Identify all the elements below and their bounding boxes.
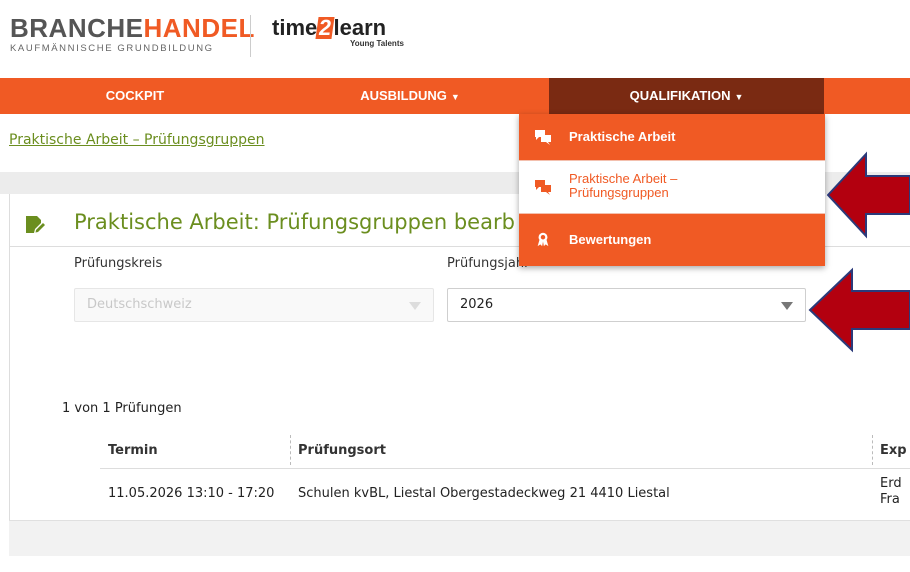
caret-down-icon: ▼ — [450, 92, 460, 102]
branchehandel-logo[interactable]: BRANCHEHANDEL KAUFMÄNNISCHE GRUNDBILDUNG — [10, 14, 255, 54]
logo-text-gray: BRANCHE — [10, 13, 144, 43]
main-navbar: COCKPIT AUSBILDUNG ▼ QUALIFIKATION ▼ — [0, 78, 910, 114]
menu-item-label-line1: Praktische Arbeit – — [569, 171, 678, 186]
chevron-down-icon — [409, 302, 421, 310]
chat-bubbles-icon — [535, 180, 551, 195]
header: BRANCHEHANDEL KAUFMÄNNISCHE GRUNDBILDUNG… — [0, 0, 910, 78]
chevron-down-icon — [781, 302, 793, 310]
menu-item-bewertungen[interactable]: Bewertungen — [519, 214, 825, 266]
pruefungsjahr-label: Prüfungsjahr — [447, 256, 530, 271]
cell-termin: 11.05.2026 13:10 - 17:20 — [108, 486, 275, 501]
menu-item-praktische-arbeit[interactable]: Praktische Arbeit — [519, 114, 825, 160]
cell-exp-line2: Fra — [880, 492, 900, 507]
column-header-termin[interactable]: Termin — [108, 443, 158, 458]
pruefungsjahr-select[interactable]: 2026 — [447, 288, 806, 322]
table-header: Termin Prüfungsort Exp — [100, 433, 910, 469]
qualifikation-dropdown: Praktische Arbeit Praktische Arbeit – Prü… — [519, 114, 825, 266]
logo-divider — [250, 15, 251, 57]
menu-item-label: Praktische Arbeit — [569, 129, 676, 144]
logo-subtitle: KAUFMÄNNISCHE GRUNDBILDUNG — [10, 43, 214, 54]
menu-item-praktische-arbeit-pruefungsgruppen[interactable]: Praktische Arbeit – Prüfungsgruppen — [519, 160, 825, 214]
time2learn-logo[interactable]: time2learn Young Talents — [272, 15, 404, 48]
table-row[interactable]: 11.05.2026 13:10 - 17:20 Schulen kvBL, L… — [100, 469, 910, 519]
menu-item-label: Bewertungen — [569, 232, 652, 247]
t2l-text-learn: learn — [333, 15, 387, 40]
annotation-arrow-icon — [808, 267, 910, 353]
award-medal-icon — [537, 232, 549, 247]
edit-icon — [26, 216, 45, 233]
nav-cockpit[interactable]: COCKPIT — [70, 78, 200, 114]
column-divider — [290, 435, 291, 465]
page-title: Praktische Arbeit: Prüfungsgruppen bearb — [74, 210, 515, 234]
card-footer — [9, 520, 910, 556]
nav-qualifikation[interactable]: QUALIFIKATION ▼ — [549, 78, 824, 114]
chat-bubbles-icon — [535, 130, 551, 145]
menu-item-label-line2: Prüfungsgruppen — [569, 185, 669, 200]
nav-cockpit-label: COCKPIT — [105, 88, 165, 103]
breadcrumb-link[interactable]: Praktische Arbeit – Prüfungsgruppen — [9, 132, 265, 148]
result-count: 1 von 1 Prüfungen — [62, 401, 182, 416]
nav-ausbildung-label: AUSBILDUNG — [360, 88, 447, 103]
pruefungskreis-select[interactable]: Deutschschweiz — [74, 288, 434, 322]
t2l-text-time: time — [272, 15, 318, 40]
pruefungskreis-label: Prüfungskreis — [74, 256, 163, 271]
pruefungsjahr-value: 2026 — [460, 297, 494, 312]
annotation-arrow-icon — [826, 151, 910, 239]
t2l-subtitle: Young Talents — [350, 39, 404, 48]
cell-exp-line1: Erd — [880, 476, 902, 491]
pruefungskreis-value: Deutschschweiz — [87, 297, 192, 312]
nav-ausbildung[interactable]: AUSBILDUNG ▼ — [330, 78, 490, 114]
column-header-exp[interactable]: Exp — [880, 443, 907, 458]
cell-exp: Erd Fra — [880, 476, 902, 508]
column-divider — [872, 435, 873, 465]
column-header-ort[interactable]: Prüfungsort — [298, 443, 386, 458]
caret-down-icon: ▼ — [734, 92, 744, 102]
t2l-text-2: 2 — [315, 15, 336, 40]
nav-qualifikation-label: QUALIFIKATION — [629, 88, 731, 103]
menu-item-label: Praktische Arbeit – Prüfungsgruppen — [569, 172, 677, 200]
cell-ort: Schulen kvBL, Liestal Obergestadeckweg 2… — [298, 486, 670, 501]
logo-text-orange: HANDEL — [143, 13, 255, 43]
